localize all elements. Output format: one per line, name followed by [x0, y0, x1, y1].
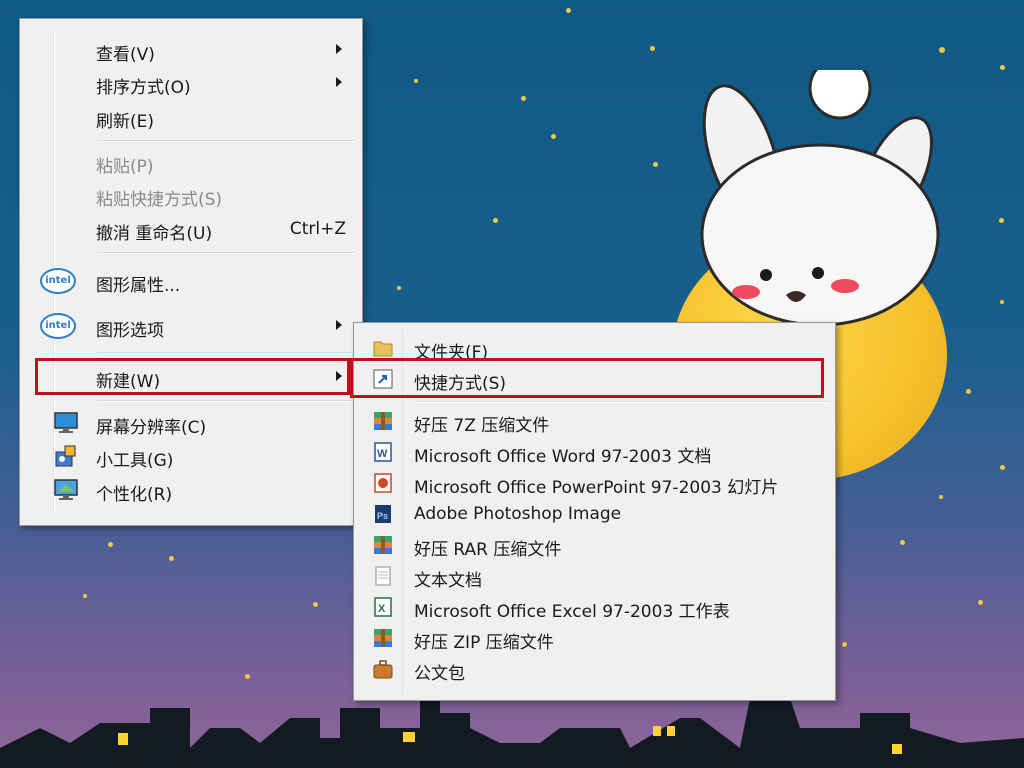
excel-icon: X: [374, 597, 392, 617]
menu-separator: [97, 400, 355, 402]
submenu-item-label: 公文包: [414, 664, 465, 684]
submenu-item-zip-archive[interactable]: 好压 ZIP 压缩文件: [368, 624, 828, 653]
svg-text:Ps: Ps: [377, 511, 388, 521]
submenu-arrow-icon: [336, 44, 342, 54]
submenu-item-photoshop-image[interactable]: Ps Adobe Photoshop Image: [368, 500, 828, 528]
archive-icon: [374, 536, 392, 554]
monitor-icon: [54, 412, 78, 433]
menu-item-sort-by[interactable]: 排序方式(O): [34, 68, 356, 98]
menu-item-label: 排序方式(O): [96, 78, 191, 98]
menu-item-view[interactable]: 查看(V): [34, 35, 356, 65]
menu-item-label: 个性化(R): [96, 485, 173, 505]
submenu-item-label: 好压 RAR 压缩文件: [414, 540, 562, 560]
menu-item-label: 粘贴(P): [96, 157, 154, 177]
highlight-box-shortcut: [350, 358, 824, 398]
menu-item-label: 刷新(E): [96, 112, 155, 132]
word-icon: W: [374, 442, 392, 462]
menu-item-graphics-properties[interactable]: intel 图形属性...: [34, 266, 356, 296]
folder-icon: [373, 341, 393, 357]
submenu-item-label: Adobe Photoshop Image: [414, 504, 622, 524]
submenu-item-label: 好压 7Z 压缩文件: [414, 416, 550, 436]
menu-item-personalize[interactable]: 个性化(R): [34, 475, 356, 505]
menu-item-label: 撤消 重命名(U): [96, 224, 213, 244]
bunny-illustration: [700, 70, 940, 327]
svg-text:X: X: [378, 603, 386, 615]
submenu-item-word-document[interactable]: W Microsoft Office Word 97-2003 文档: [368, 438, 828, 467]
submenu-item-powerpoint[interactable]: Microsoft Office PowerPoint 97-2003 幻灯片: [368, 469, 828, 498]
photoshop-icon: Ps: [375, 505, 391, 523]
menu-item-shortcut: Ctrl+Z: [289, 219, 346, 239]
submenu-item-label: 好压 ZIP 压缩文件: [414, 633, 554, 653]
highlight-box-new: [35, 358, 350, 395]
archive-icon: [374, 412, 392, 430]
intel-icon: intel: [40, 313, 76, 339]
svg-text:W: W: [377, 448, 388, 460]
menu-separator: [416, 401, 828, 403]
submenu-item-7z-archive[interactable]: 好压 7Z 压缩文件: [368, 407, 828, 436]
submenu-arrow-icon: [336, 320, 342, 330]
menu-item-graphics-options[interactable]: intel 图形选项: [34, 311, 356, 341]
submenu-item-excel-worksheet[interactable]: X Microsoft Office Excel 97-2003 工作表: [368, 593, 828, 622]
submenu-arrow-icon: [336, 77, 342, 87]
intel-icon: intel: [40, 268, 76, 294]
personalize-icon: [54, 479, 78, 500]
menu-item-paste: 粘贴(P): [34, 147, 356, 177]
menu-item-paste-shortcut: 粘贴快捷方式(S): [34, 180, 356, 210]
menu-item-label: 小工具(G): [96, 451, 174, 471]
menu-item-refresh[interactable]: 刷新(E): [34, 102, 356, 132]
submenu-item-text-document[interactable]: 文本文档: [368, 562, 828, 591]
archive-icon: [374, 629, 392, 647]
menu-separator: [97, 352, 355, 354]
menu-item-label: 图形选项: [96, 321, 164, 341]
menu-item-screen-resolution[interactable]: 屏幕分辨率(C): [34, 408, 356, 438]
submenu-item-briefcase[interactable]: 公文包: [368, 655, 828, 684]
briefcase-icon: [373, 660, 393, 679]
submenu-item-rar-archive[interactable]: 好压 RAR 压缩文件: [368, 531, 828, 560]
menu-separator: [97, 140, 355, 142]
submenu-item-label: 文本文档: [414, 571, 482, 591]
menu-item-label: 粘贴快捷方式(S): [96, 190, 223, 210]
menu-item-label: 图形属性...: [96, 276, 181, 296]
menu-item-undo-rename[interactable]: 撤消 重命名(U) Ctrl+Z: [34, 214, 356, 244]
menu-item-gadgets[interactable]: 小工具(G): [34, 441, 356, 471]
submenu-item-label: Microsoft Office Word 97-2003 文档: [414, 447, 712, 467]
menu-item-label: 查看(V): [96, 45, 155, 65]
menu-separator: [97, 252, 355, 254]
submenu-item-label: Microsoft Office Excel 97-2003 工作表: [414, 602, 730, 622]
gadgets-icon: [55, 445, 76, 467]
text-doc-icon: [375, 566, 391, 586]
submenu-item-label: Microsoft Office PowerPoint 97-2003 幻灯片: [414, 478, 779, 498]
powerpoint-icon: [374, 473, 392, 493]
menu-item-label: 屏幕分辨率(C): [96, 418, 207, 438]
desktop-context-menu: 查看(V) 排序方式(O) 刷新(E) 粘贴(P) 粘贴快捷方式(S) 撤消 重…: [19, 18, 363, 526]
